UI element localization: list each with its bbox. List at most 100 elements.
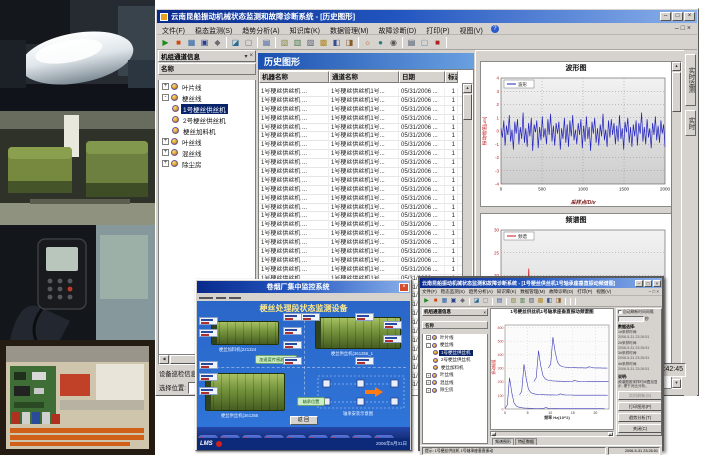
tree-item[interactable]: +混丝线 [423, 379, 487, 387]
menu-item[interactable]: 稳态监测(S) [439, 288, 467, 296]
panel-button[interactable]: 打印图形(P) [618, 402, 662, 411]
taskbar-item[interactable] [220, 435, 240, 439]
table-row[interactable]: 1号梗丝供丝机 ...1号梗丝供丝机1号...05/31/2006 ...1 [259, 124, 473, 133]
table-row[interactable]: 1号梗丝供丝机 ...1号梗丝供丝机1号...05/31/2006 ...1 [259, 159, 473, 168]
spec-restore-button[interactable]: □ [644, 280, 652, 287]
monitor-icon[interactable]: ▣ [198, 36, 211, 49]
spec-close-button[interactable]: × [653, 280, 661, 287]
table-row[interactable]: 1号梗丝供丝机 ...1号梗丝供丝机1号...05/31/2006 ...1 [259, 88, 473, 97]
minimize-button[interactable]: – [660, 12, 671, 21]
folder-icon[interactable]: ▩ [317, 36, 330, 49]
channels-icon[interactable]: ▦ [185, 36, 198, 49]
panel-button[interactable]: 实时刷新(S) [618, 391, 662, 400]
tree-item[interactable]: -梗丝线 [423, 342, 487, 350]
tree-item[interactable]: +叶片线 [423, 334, 487, 342]
tree-item[interactable]: +叶片线 [159, 81, 255, 92]
edit-icon[interactable]: ▥ [518, 297, 527, 306]
help-icon[interactable]: ? [491, 25, 499, 33]
tab-data[interactable]: 特征数据 [515, 438, 537, 445]
tree-item[interactable]: 1号梗丝供丝机 [159, 103, 255, 114]
menu-item[interactable]: 文件(F) [420, 288, 439, 296]
monitor-close-icon[interactable]: × [399, 283, 409, 292]
tab-spectrum[interactable]: 频谱图形 [492, 438, 514, 445]
save-icon[interactable]: ◧ [330, 36, 343, 49]
table-row[interactable]: 1号梗丝供丝机 ...1号梗丝供丝机1号...05/31/2006 ...1 [259, 257, 473, 266]
table-row[interactable]: 1号梗丝供丝机 ...1号梗丝供丝机1号...05/31/2006 ...1 [259, 106, 473, 115]
graph-icon[interactable]: ◪ [229, 36, 242, 49]
taskbar-item[interactable] [264, 435, 284, 439]
tree-item[interactable]: +混丝线 [159, 147, 255, 158]
taskbar-item[interactable] [198, 435, 218, 439]
preview-icon[interactable]: ▢ [418, 36, 431, 49]
taskbar-item[interactable] [242, 435, 262, 439]
tree-column-header[interactable]: 名称 [158, 63, 256, 75]
tree-item[interactable]: +除尘房 [159, 158, 255, 169]
table-row[interactable]: 1号梗丝供丝机 ...1号梗丝供丝机1号...05/31/2006 ...1 [259, 186, 473, 195]
tree-item[interactable]: -梗丝线 [159, 92, 255, 103]
taskbar-item[interactable] [286, 435, 306, 439]
stop-icon[interactable]: ■ [172, 36, 185, 49]
tree-item[interactable]: +除尘房 [423, 387, 487, 395]
report-icon[interactable]: ▢ [481, 297, 490, 306]
table-row[interactable]: 1号梗丝供丝机 ...1号梗丝供丝机1号...05/31/2006 ...1 [259, 248, 473, 257]
new-icon[interactable]: ▧ [278, 36, 291, 49]
mdi-window-controls[interactable]: – □ × [675, 25, 691, 32]
grid-icon[interactable]: ▤ [260, 36, 273, 49]
taskbar-item[interactable] [308, 435, 328, 439]
column-channel[interactable]: 通道名称 [329, 71, 399, 83]
spec-dock-close-icon[interactable]: × [483, 310, 486, 315]
save-icon[interactable]: ◧ [545, 297, 554, 306]
tab-realtime-wave[interactable]: 实时波形 [685, 110, 696, 136]
stop-icon[interactable]: ■ [431, 297, 440, 306]
copy-icon[interactable]: ▨ [527, 297, 536, 306]
grid-icon[interactable]: ▤ [495, 297, 504, 306]
refresh-interval-input[interactable] [618, 316, 644, 322]
charts-vscrollbar[interactable]: ▲ ▼ [671, 61, 682, 389]
start-icon[interactable]: ▶ [159, 36, 172, 49]
panel-button[interactable]: 趋势分析(T) [618, 413, 662, 422]
export-icon[interactable]: ◨ [554, 297, 563, 306]
panel-button[interactable]: 关闭(C) [618, 424, 662, 433]
spec-tree-column[interactable]: 名称 [422, 321, 488, 329]
tree-item[interactable]: +叶丝线 [423, 372, 487, 380]
spec-hscrollbar[interactable]: ◀ ▶ [490, 431, 614, 437]
table-row[interactable]: 1号梗丝供丝机 ...1号梗丝供丝机1号...05/31/2006 ...1 [259, 266, 473, 275]
tree-item[interactable]: 2号梗丝供丝机 [159, 114, 255, 125]
table-row[interactable]: 1号梗丝供丝机 ...1号梗丝供丝机1号...05/31/2006 ...1 [259, 195, 473, 204]
print-icon[interactable]: ▤ [405, 36, 418, 49]
tree-item[interactable]: 梗丝加料机 [159, 125, 255, 136]
tree-item[interactable]: 2号梗丝供丝机 [423, 357, 487, 365]
taskbar-item[interactable] [352, 435, 372, 439]
start-icon[interactable]: ▶ [422, 297, 431, 306]
network-icon[interactable]: ● [374, 36, 387, 49]
column-machine[interactable]: 机器名称 [259, 71, 329, 83]
pin-icon[interactable]: ▾ [244, 53, 247, 60]
graph-icon[interactable]: ◪ [472, 297, 481, 306]
close-button[interactable]: × [684, 12, 695, 21]
spec-mdi-controls[interactable]: – □ × [649, 289, 659, 294]
copy-icon[interactable]: ▨ [304, 36, 317, 49]
table-row[interactable]: 1号梗丝供丝机 ...1号梗丝供丝机1号...05/31/2006 ...1 [259, 230, 473, 239]
taskbar-item[interactable] [330, 435, 350, 439]
table-row[interactable]: 1号梗丝供丝机 ...1号梗丝供丝机1号...05/31/2006 ...1 [259, 204, 473, 213]
tools-icon[interactable]: ◉ [387, 36, 400, 49]
taskbar-item[interactable] [374, 435, 394, 439]
tree-item[interactable]: +叶丝线 [159, 136, 255, 147]
edit-icon[interactable]: ▥ [291, 36, 304, 49]
tree-item[interactable]: 梗丝加料机 [423, 364, 487, 372]
tab-realtime-monitor[interactable]: 实时监测 [685, 54, 696, 106]
key-icon[interactable]: ◆ [458, 297, 467, 306]
column-flag[interactable]: 标志 [445, 71, 458, 83]
menu-item[interactable]: 知识库(K) [495, 288, 519, 296]
table-row[interactable]: 1号梗丝供丝机 ...1号梗丝供丝机1号...05/31/2006 ...1 [259, 141, 473, 150]
restore-button[interactable]: □ [672, 12, 683, 21]
table-row[interactable]: 1号梗丝供丝机 ...1号梗丝供丝机1号...05/31/2006 ...1 [259, 239, 473, 248]
new-icon[interactable]: ▧ [509, 297, 518, 306]
settings-icon[interactable]: ☼ [361, 36, 374, 49]
tree-item[interactable]: 1号梗丝供丝机 [423, 349, 487, 357]
dock-close-icon[interactable]: × [249, 53, 253, 59]
monitor-icon[interactable]: ▣ [449, 297, 458, 306]
table-row[interactable]: 1号梗丝供丝机 ...1号梗丝供丝机1号...05/31/2006 ...1 [259, 132, 473, 141]
report-icon[interactable]: ▢ [242, 36, 255, 49]
menu-item[interactable]: 打印(P) [575, 288, 594, 296]
